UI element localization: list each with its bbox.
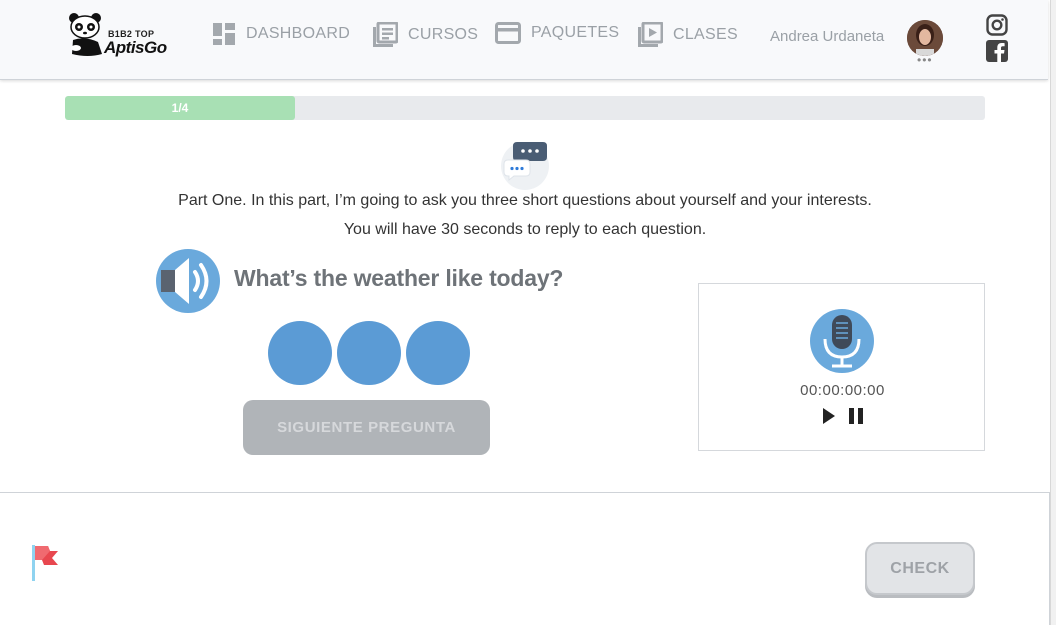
microphone-icon	[823, 315, 861, 368]
question-text: What’s the weather like today?	[234, 265, 564, 291]
avatar[interactable]	[907, 20, 943, 56]
play-icon[interactable]	[821, 407, 837, 425]
recording-timer: 00:00:00:00	[800, 382, 885, 399]
nav-cursos-label: CURSOS	[408, 26, 479, 43]
user-name[interactable]: Andrea Urdaneta	[770, 28, 884, 45]
progress-bar: 1/4	[65, 96, 985, 120]
nav-paquetes[interactable]: PAQUETES	[495, 22, 619, 44]
record-button[interactable]	[810, 309, 874, 373]
aptisgo-logo[interactable]: B1B2 TOP AptisGo	[68, 12, 178, 62]
courses-icon	[373, 22, 398, 47]
audio-recorder-panel: 00:00:00:00	[698, 283, 985, 451]
video-library-icon	[638, 22, 663, 47]
instagram-icon[interactable]	[986, 14, 1008, 36]
chat-bubbles-icon	[501, 142, 549, 190]
nav-dashboard-label: DASHBOARD	[246, 25, 351, 42]
answer-indicator-1	[268, 321, 332, 385]
nav-dashboard[interactable]: DASHBOARD	[212, 22, 350, 46]
nav-clases[interactable]: CLASES	[637, 22, 738, 48]
check-button[interactable]: CHECK	[865, 542, 975, 595]
next-question-button[interactable]: SIGUIENTE PREGUNTA	[243, 400, 490, 455]
nav-clases-label: CLASES	[673, 26, 738, 43]
nav-paquetes-label: PAQUETES	[531, 24, 620, 41]
logo-brand: AptisGo	[104, 38, 167, 57]
user-photo-icon	[907, 20, 943, 56]
answer-indicator-3	[406, 321, 470, 385]
panda-icon	[69, 13, 102, 56]
instructions-line-1: Part One. In this part, I’m going to ask…	[178, 192, 872, 209]
report-flag-icon[interactable]	[30, 543, 62, 583]
nav-cursos[interactable]: CURSOS	[372, 22, 478, 48]
speaker-icon[interactable]	[155, 248, 221, 314]
card-icon	[495, 22, 521, 44]
instructions-line-2: You will have 30 seconds to reply to eac…	[343, 221, 707, 238]
user-menu-dots[interactable]: •••	[917, 54, 933, 66]
answer-indicator-2	[337, 321, 401, 385]
page: B1B2 TOP AptisGo DASHBOARD CURSOS PAQUET…	[0, 0, 1056, 625]
facebook-icon[interactable]	[986, 40, 1008, 62]
bottom-action-bar: CHECK	[0, 492, 1050, 625]
pause-icon[interactable]	[847, 407, 865, 425]
scrollbar[interactable]	[1050, 0, 1056, 625]
progress-label: 1/4	[171, 101, 189, 115]
dashboard-icon	[213, 23, 235, 45]
top-navbar: B1B2 TOP AptisGo DASHBOARD CURSOS PAQUET…	[0, 0, 1048, 80]
